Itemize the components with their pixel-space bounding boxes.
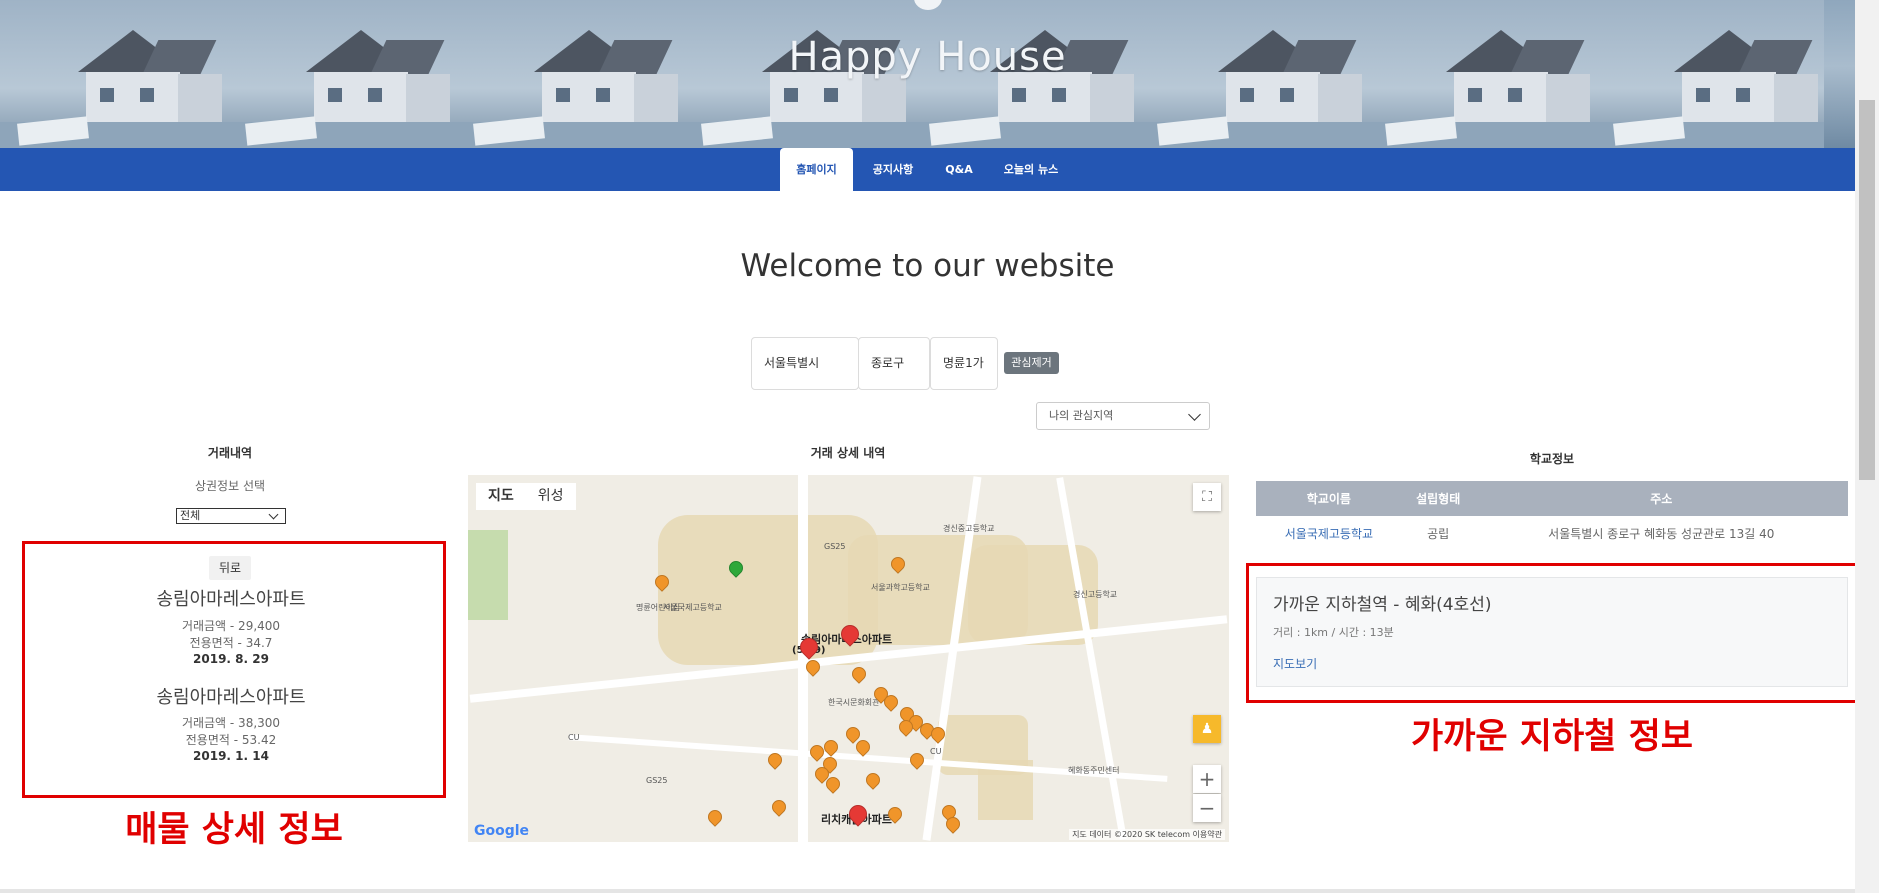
map-label-place: 명륜어린이집 <box>636 603 681 612</box>
favorite-region-value: 나의 관심지역 <box>1049 409 1114 422</box>
map-marker[interactable] <box>863 770 883 790</box>
welcome-heading: Welcome to our website <box>740 248 1115 284</box>
tab-notice[interactable]: 공지사항 <box>862 148 924 191</box>
remove-favorite-button[interactable]: 관심제거 <box>1004 352 1059 374</box>
map-label-school: 경신중고등학교 <box>943 524 995 533</box>
column-header: 설립형태 <box>1401 481 1475 516</box>
page: Happy House 홈페이지 공지사항 Q&A 오늘의 뉴스 Welcome… <box>0 0 1879 893</box>
nav-bar: 홈페이지 공지사항 Q&A 오늘의 뉴스 <box>0 148 1855 191</box>
map-marker[interactable] <box>705 807 725 827</box>
chevron-down-icon <box>1188 408 1201 421</box>
deals-heading: 거래내역 <box>207 446 253 460</box>
school-type: 공립 <box>1401 516 1475 550</box>
map-park <box>468 530 508 620</box>
map-type-toggle: 지도 위성 <box>476 483 576 510</box>
map-marker[interactable] <box>907 750 927 770</box>
map-label-store: CU <box>568 733 580 742</box>
map-type-map[interactable]: 지도 <box>476 483 526 510</box>
table-row: 서울국제고등학교 공립 서울특별시 종로구 혜화동 성균관로 13길 40 <box>1256 516 1848 550</box>
column-header: 주소 <box>1474 481 1848 516</box>
deal-item-name[interactable]: 송림아마레스아파트 <box>24 683 438 709</box>
deal-item-name[interactable]: 송림아마레스아파트 <box>24 585 438 611</box>
map-label-place: 혜화동주민센터 <box>1068 766 1120 775</box>
back-button[interactable]: 뒤로 <box>209 556 251 580</box>
favorite-region-select[interactable]: 나의 관심지역 <box>1036 402 1210 430</box>
subway-card: 가까운 지하철역 - 혜화(4호선) 거리 : 1km / 시간 : 13분 지… <box>1256 577 1848 687</box>
map-attribution[interactable]: 지도 데이터 ©2020 SK telecom 이용약관 <box>1069 829 1225 840</box>
deal-item-price: 거래금액 - 29,400 <box>181 619 281 633</box>
deal-item-price: 거래금액 - 38,300 <box>181 716 281 730</box>
view-map-link[interactable]: 지도보기 <box>1273 655 1317 672</box>
map-marker[interactable] <box>769 797 789 817</box>
map-label-store: GS25 <box>824 542 846 551</box>
map-heading: 거래 상세 내역 <box>810 446 886 460</box>
deal-item-date: 2019. 1. 14 <box>193 749 269 763</box>
deal-detail-annotation: 매물 상세 정보 <box>125 810 343 850</box>
column-header: 학교이름 <box>1256 481 1402 516</box>
pegman-icon[interactable]: ♟ <box>1193 715 1221 743</box>
deals-filter-value: 전체 <box>180 509 201 522</box>
zoom-in-button[interactable]: + <box>1193 765 1221 793</box>
site-title[interactable]: Happy House <box>0 34 1855 80</box>
deals-filter-label: 상권정보 선택 <box>194 479 266 493</box>
map-road <box>1056 477 1127 840</box>
google-logo: Google <box>474 823 530 839</box>
map-label-school: 서울과학고등학교 <box>871 583 930 592</box>
horizontal-scrollbar[interactable] <box>0 889 1855 893</box>
subway-annotation: 가까운 지하철 정보 <box>1411 717 1693 757</box>
dong-select[interactable]: 명륜1가 <box>930 337 998 390</box>
school-address: 서울특별시 종로구 혜화동 성균관로 13길 40 <box>1474 516 1848 550</box>
map-label-place: 한국시문화회관 <box>828 698 880 707</box>
deals-filter-select[interactable]: 전체 <box>176 508 286 524</box>
school-table: 학교이름 설립형태 주소 서울국제고등학교 공립 서울특별시 종로구 혜화동 성… <box>1256 481 1848 550</box>
tab-qna[interactable]: Q&A <box>938 148 980 191</box>
school-name[interactable]: 서울국제고등학교 <box>1256 516 1402 550</box>
map-label-store: GS25 <box>646 776 668 785</box>
deal-item-area: 전용면적 - 53.42 <box>185 733 277 747</box>
chevron-down-icon <box>268 509 279 520</box>
deal-item-date: 2019. 8. 29 <box>193 652 269 666</box>
zoom-out-button[interactable]: − <box>1193 794 1221 822</box>
map[interactable]: 지도 위성 ⛶ ♟ + − 서울국제고등학교 서울과학고등학교 경신고등학교 경… <box>468 475 1229 842</box>
district-select[interactable]: 종로구 <box>858 337 930 390</box>
map-label-school: 경신고등학교 <box>1073 590 1118 599</box>
fullscreen-icon[interactable]: ⛶ <box>1193 483 1221 511</box>
scrollbar-thumb[interactable] <box>1859 100 1875 480</box>
subway-distance: 거리 : 1km / 시간 : 13분 <box>1273 626 1394 639</box>
deal-item-area: 전용면적 - 34.7 <box>189 636 273 650</box>
tab-home[interactable]: 홈페이지 <box>780 148 853 191</box>
map-label-store: CU <box>930 747 942 756</box>
map-marker[interactable] <box>849 664 869 684</box>
school-heading: 학교정보 <box>1529 452 1575 466</box>
subway-title: 가까운 지하철역 - 혜화(4호선) <box>1273 595 1492 615</box>
map-type-satellite[interactable]: 위성 <box>525 483 576 510</box>
tab-news[interactable]: 오늘의 뉴스 <box>996 148 1066 191</box>
header-banner: Happy House <box>0 0 1855 148</box>
city-select[interactable]: 서울특별시 <box>751 337 859 390</box>
